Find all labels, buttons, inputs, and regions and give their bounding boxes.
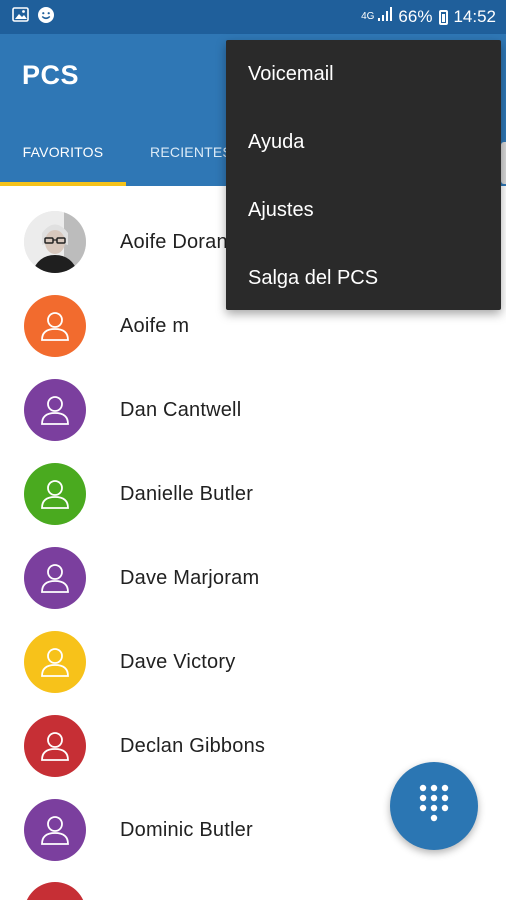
tab-indicator <box>0 182 126 186</box>
person-icon <box>24 379 86 441</box>
menu-item-ajustes[interactable]: Ajustes <box>226 176 501 244</box>
smiley-notification-icon <box>37 6 55 29</box>
contact-row[interactable]: Dan Cantwell <box>0 368 506 452</box>
app-title: PCS <box>22 60 80 90</box>
contact-name: Dave Victory <box>120 650 236 673</box>
dialpad-button[interactable] <box>390 762 478 850</box>
contact-name: Dan Cantwell <box>120 398 242 421</box>
status-notifications <box>12 6 55 29</box>
network-type: 4G <box>361 11 375 22</box>
contact-row[interactable]: Dave Victory <box>0 620 506 704</box>
person-icon <box>24 715 86 777</box>
signal-icon <box>377 7 393 27</box>
contact-row[interactable]: Dave Marjoram <box>0 536 506 620</box>
contact-name: Declan Gibbons <box>120 734 266 757</box>
person-icon <box>24 547 86 609</box>
contact-name: Dominic Butler <box>120 818 253 841</box>
person-icon <box>24 631 86 693</box>
tab-favoritos-label: FAVORITOS <box>22 144 104 160</box>
contact-row[interactable]: Danielle Butler <box>0 452 506 536</box>
partial-contact-avatar <box>24 882 86 900</box>
contact-name: Dave Marjoram <box>120 566 260 589</box>
status-bar: 4G 66% 14:52 <box>0 0 506 34</box>
dialpad-icon <box>416 782 452 831</box>
image-notification-icon <box>12 6 29 28</box>
menu-item-ayuda[interactable]: Ayuda <box>226 108 501 176</box>
battery-percent: 66% <box>398 7 433 26</box>
overflow-menu: Voicemail Ayuda Ajustes Salga del PCS <box>226 40 501 310</box>
clock: 14:52 <box>453 7 496 26</box>
menu-item-salga-del-pcs[interactable]: Salga del PCS <box>226 244 501 312</box>
contact-name: Aoife m <box>120 314 190 337</box>
menu-item-voicemail[interactable]: Voicemail <box>226 40 501 108</box>
tab-recientes-label: RECIENTES <box>150 144 232 160</box>
person-icon <box>24 463 86 525</box>
person-icon <box>24 799 86 861</box>
scroll-edge-indicator <box>501 142 506 184</box>
contact-name: Aoife Doran <box>120 230 228 253</box>
status-indicators: 4G 66% 14:52 <box>361 7 496 27</box>
battery-icon <box>439 9 449 25</box>
person-icon <box>24 295 86 357</box>
tab-favoritos[interactable]: FAVORITOS <box>0 118 126 186</box>
contact-photo-avatar <box>24 211 86 273</box>
contact-name: Danielle Butler <box>120 482 254 505</box>
